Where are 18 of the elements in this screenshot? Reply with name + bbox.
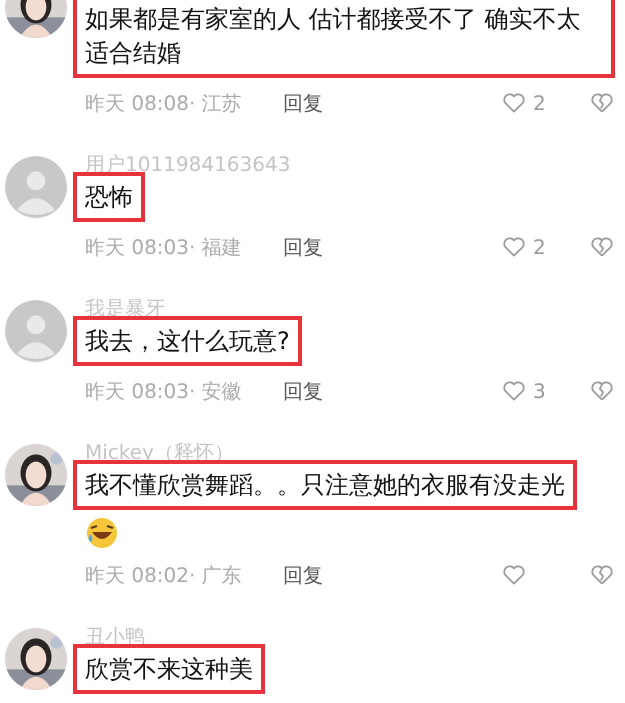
timestamp-location: 昨天 08:03· 福建 [85,234,243,260]
timestamp-location: 昨天 08:02· 广东 [85,562,243,588]
reply-link[interactable]: 回复 [283,378,323,402]
reply-link[interactable]: 回复 [283,234,323,258]
like-count: 2 [533,235,546,259]
comment-text: 我去，这什么玩意? [73,316,302,366]
comment-text: 欣赏不来这种美 [73,644,265,694]
reply-link[interactable]: 回复 [283,90,323,114]
reply-link[interactable]: 回复 [283,562,323,586]
default-avatar-icon[interactable] [5,156,67,218]
comment-text: 如果都是有家室的人 估计都接受不了 确实不太适合结婚 [73,0,615,78]
comment-text: 恐怖 [73,172,145,222]
timestamp-location: 昨天 08:03· 安徽 [85,378,243,404]
timestamp-location: 昨天 08:08· 江苏 [85,90,243,116]
like-count: 2 [533,91,546,115]
like-count: 3 [533,379,546,403]
default-avatar-icon[interactable] [5,300,67,362]
comment-text: 我不懂欣赏舞蹈。。只注意她的衣服有没走光 [73,460,577,510]
